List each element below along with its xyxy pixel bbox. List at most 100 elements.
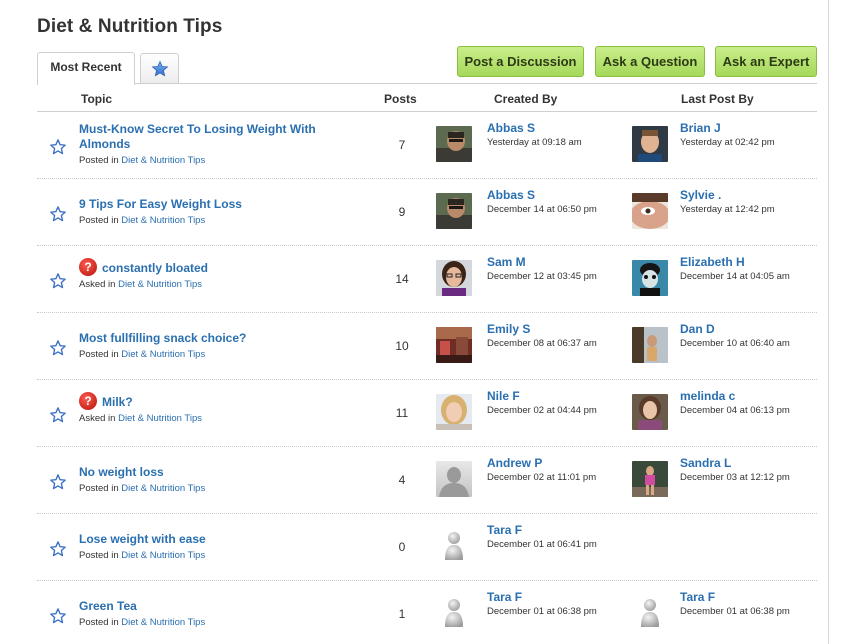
topic-title-link[interactable]: 9 Tips For Easy Weight Loss [79, 197, 369, 212]
topic-title-text: Green Tea [79, 599, 137, 613]
topic-title-link[interactable]: Most fullfilling snack choice? [79, 331, 369, 346]
last_post_by-name-link[interactable]: Elizabeth H [680, 255, 790, 270]
last_post_by-name-link[interactable]: Tara F [680, 590, 790, 605]
created_by-info: Andrew P December 02 at 11:01 pm [487, 456, 596, 484]
last_post_by-time: December 14 at 04:05 am [680, 271, 790, 282]
category-link[interactable]: Diet & Nutrition Tips [121, 155, 205, 166]
last_post_by-info: Brian J Yesterday at 02:42 pm [680, 121, 775, 149]
favorite-star-icon[interactable] [49, 138, 67, 156]
ask-expert-button[interactable]: Ask an Expert [715, 46, 817, 77]
created_by-time: December 08 at 06:37 am [487, 338, 597, 349]
meta-prefix: Posted in [79, 617, 119, 628]
category-link[interactable]: Diet & Nutrition Tips [118, 413, 202, 424]
topic-title-link[interactable]: No weight loss [79, 465, 369, 480]
topic-title-link[interactable]: Green Tea [79, 599, 369, 614]
question-icon: ? [79, 257, 97, 276]
tab-most-recent[interactable]: Most Recent [37, 52, 135, 85]
avatar[interactable] [632, 394, 668, 430]
avatar[interactable] [632, 461, 668, 497]
category-link[interactable]: Diet & Nutrition Tips [121, 483, 205, 494]
tab-favorites[interactable] [140, 53, 179, 83]
last_post_by-info: Sylvie . Yesterday at 12:42 pm [680, 188, 775, 216]
created_by-name-link[interactable]: Tara F [487, 523, 597, 538]
last_post_by-name-link[interactable]: Sandra L [680, 456, 790, 471]
category-link[interactable]: Diet & Nutrition Tips [121, 617, 205, 628]
favorite-star-icon[interactable] [49, 272, 67, 290]
post-count: 9 [398, 205, 406, 219]
last_post_by-name-link[interactable]: Sylvie . [680, 188, 775, 203]
category-link[interactable]: Diet & Nutrition Tips [121, 215, 205, 226]
avatar[interactable] [436, 327, 472, 363]
topic-cell: Most fullfilling snack choice? Posted in … [79, 331, 369, 360]
avatar[interactable] [436, 595, 472, 631]
favorite-star-icon[interactable] [49, 473, 67, 491]
last_post_by-time: Yesterday at 02:42 pm [680, 137, 775, 148]
created_by-time: December 02 at 11:01 pm [487, 472, 597, 483]
favorite-star-icon[interactable] [49, 406, 67, 424]
category-link[interactable]: Diet & Nutrition Tips [121, 349, 205, 360]
table-row: Lose weight with ease Posted in Diet & Nu… [37, 514, 817, 581]
last_post_by-time: December 10 at 06:40 am [680, 338, 790, 349]
column-header-topic: Topic [81, 92, 113, 106]
category-link[interactable]: Diet & Nutrition Tips [118, 279, 202, 290]
topic-meta: Posted in Diet & Nutrition Tips [79, 215, 369, 226]
post-count: 0 [398, 540, 406, 554]
favorite-star-icon[interactable] [49, 540, 67, 558]
created_by-name-link[interactable]: Abbas S [487, 188, 597, 203]
favorite-star-icon[interactable] [49, 339, 67, 357]
avatar[interactable] [632, 260, 668, 296]
topic-title-text: No weight loss [79, 465, 164, 479]
table-row: ? constantly bloated Asked in Diet & Nutri… [37, 246, 817, 313]
topic-cell: ? constantly bloated Asked in Diet & Nutri… [79, 257, 369, 290]
topic-title-text: Milk? [102, 395, 133, 409]
created_by-name-link[interactable]: Tara F [487, 590, 597, 605]
favorite-star-icon[interactable] [49, 205, 67, 223]
avatar[interactable] [436, 528, 472, 564]
topic-title-link[interactable]: Must-Know Secret To Losing Weight With A… [79, 122, 369, 152]
topic-title-link[interactable]: Lose weight with ease [79, 532, 369, 547]
avatar[interactable] [632, 595, 668, 631]
avatar[interactable] [436, 193, 472, 229]
meta-prefix: Asked in [79, 413, 116, 424]
scroll-gutter [829, 0, 847, 644]
created_by-name-link[interactable]: Abbas S [487, 121, 582, 136]
last_post_by-name-link[interactable]: Brian J [680, 121, 775, 136]
last_post_by-info: Elizabeth H December 14 at 04:05 am [680, 255, 790, 283]
avatar[interactable] [436, 126, 472, 162]
created_by-name-link[interactable]: Andrew P [487, 456, 596, 471]
table-row: Green Tea Posted in Diet & Nutrition Tips… [37, 581, 817, 644]
question-icon: ? [79, 391, 97, 410]
avatar[interactable] [632, 193, 668, 229]
column-header-posts: Posts [384, 92, 417, 106]
last_post_by-name-link[interactable]: Dan D [680, 322, 790, 337]
topic-title-text: constantly bloated [102, 261, 209, 275]
table-row: ? Milk? Asked in Diet & Nutrition Tips 11 Ni… [37, 380, 817, 447]
avatar[interactable] [436, 394, 472, 430]
meta-prefix: Posted in [79, 349, 119, 360]
created_by-info: Tara F December 01 at 06:38 pm [487, 590, 597, 618]
table-row: No weight loss Posted in Diet & Nutrition… [37, 447, 817, 514]
category-link[interactable]: Diet & Nutrition Tips [121, 550, 205, 561]
avatar[interactable] [632, 327, 668, 363]
page: Diet & Nutrition Tips Most Recent Post a… [0, 0, 829, 644]
created_by-name-link[interactable]: Nile F [487, 389, 597, 404]
created_by-time: December 12 at 03:45 pm [487, 271, 597, 282]
favorite-star-icon[interactable] [49, 607, 67, 625]
tab-divider [37, 83, 817, 84]
avatar[interactable] [436, 260, 472, 296]
avatar[interactable] [632, 126, 668, 162]
column-header-last-post-by: Last Post By [681, 92, 754, 106]
created_by-info: Tara F December 01 at 06:41 pm [487, 523, 597, 551]
avatar[interactable] [436, 461, 472, 497]
post-discussion-button[interactable]: Post a Discussion [457, 46, 584, 77]
ask-question-button[interactable]: Ask a Question [595, 46, 705, 77]
topic-cell: 9 Tips For Easy Weight Loss Posted in Die… [79, 197, 369, 226]
topic-title-link[interactable]: ? Milk? [79, 391, 369, 410]
created_by-name-link[interactable]: Sam M [487, 255, 597, 270]
created_by-info: Abbas S December 14 at 06:50 pm [487, 188, 597, 216]
topic-title-link[interactable]: ? constantly bloated [79, 257, 369, 276]
last_post_by-name-link[interactable]: melinda c [680, 389, 790, 404]
star-icon [151, 60, 168, 77]
created_by-name-link[interactable]: Emily S [487, 322, 597, 337]
topic-meta: Posted in Diet & Nutrition Tips [79, 349, 369, 360]
